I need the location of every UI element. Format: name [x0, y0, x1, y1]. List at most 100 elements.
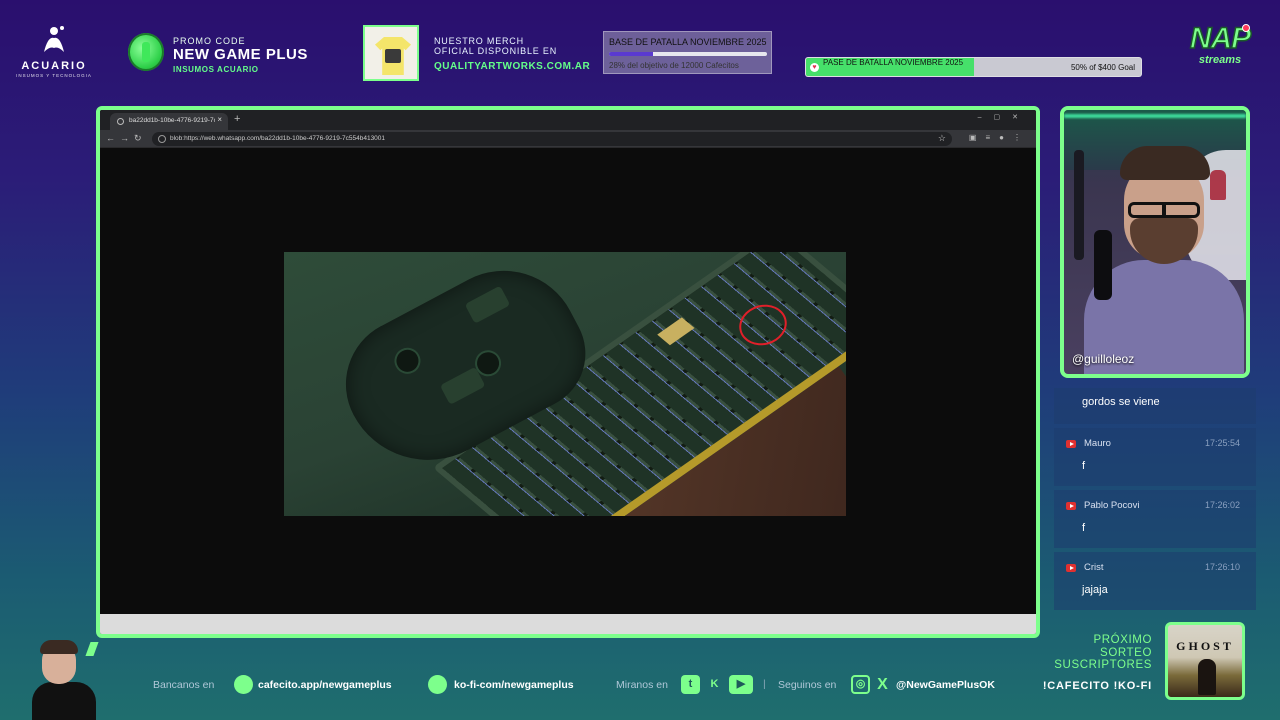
cam-hair: [1120, 146, 1210, 180]
chat-message: Pablo Pocovi 17:26:02 f: [1054, 490, 1256, 548]
coin-icon: [128, 33, 164, 71]
cam-glasses: [1128, 202, 1200, 218]
cam-beard: [1130, 218, 1198, 264]
chat-username: Pablo Pocovi: [1084, 500, 1140, 511]
youtube-icon: [1066, 502, 1076, 510]
browser-tab-title: ba22dd1b-10be-4776-9219-7c: [129, 117, 215, 124]
browser-viewport: [100, 148, 1036, 616]
cafecito-link[interactable]: cafecito.app/newgameplus: [258, 679, 392, 691]
cam-neon: [1064, 114, 1246, 118]
sponsor-logo: ACUARIO INSUMOS Y TECNOLOGIA: [14, 22, 94, 78]
battle-pass-goal-widget: BASE DE PATALLA NOVIEMBRE 2025 28% del o…: [603, 31, 772, 74]
giveaway-line2: SORTEO: [1100, 646, 1152, 659]
site-info-icon[interactable]: [158, 135, 166, 143]
tshirt-print: [385, 49, 401, 63]
address-bar[interactable]: blob:https://web.whatsapp.com/ba22dd1b-1…: [152, 132, 952, 146]
support-links-bar: Bancanos en cafecito.app/newgameplus ko-…: [150, 673, 1030, 695]
streamer-handle: @guilloleoz: [1072, 352, 1135, 366]
notification-dot-icon: [1242, 24, 1250, 32]
heart-icon: ♥: [810, 63, 819, 72]
youtube-icon[interactable]: ▶: [729, 675, 753, 694]
giveaway-line3: SUSCRIPTORES: [1054, 659, 1152, 671]
extensions-icon[interactable]: ▣: [969, 133, 986, 142]
chat-message: Crist 17:26:10 jajaja: [1054, 552, 1256, 610]
miranos-label: Miranos en: [616, 679, 668, 691]
window-controls: –▢✕: [978, 113, 1030, 121]
x-twitter-icon[interactable]: X: [873, 675, 892, 694]
kofi-link[interactable]: ko-fi-com/newgameplus: [454, 679, 574, 691]
chat-message: gordos se viene: [1054, 388, 1256, 424]
merch-line2: OFICIAL DISPONIBLE EN: [434, 46, 557, 56]
social-handle[interactable]: @NewGamePlusOK: [896, 679, 995, 691]
chat-message-text: f: [1082, 522, 1086, 534]
kick-icon[interactable]: K: [705, 675, 724, 694]
avatar-hair: [40, 640, 78, 654]
gaming-desk-photo: [284, 252, 846, 516]
promo-sponsor: INSUMOS ACUARIO: [173, 65, 259, 74]
chat-timestamp: 17:25:54: [1204, 438, 1240, 448]
menu-kebab-icon[interactable]: ⋮: [1013, 133, 1030, 142]
goal-title: PASE DE BATALLA NOVIEMBRE 2025: [823, 58, 964, 67]
reload-icon[interactable]: ↻: [134, 133, 142, 144]
taskbar-strip: [100, 614, 1036, 634]
maximize-button[interactable]: ▢: [994, 114, 1013, 121]
streamer-avatar: [28, 634, 100, 720]
browser-tab[interactable]: ba22dd1b-10be-4776-9219-7c ×: [110, 113, 228, 130]
sponsor-tagline: INSUMOS Y TECNOLOGIA: [16, 73, 92, 78]
merch-url: QUALITYARTWORKS.COM.AR: [434, 61, 591, 72]
new-tab-button[interactable]: +: [234, 113, 240, 125]
close-window-button[interactable]: ✕: [1012, 114, 1030, 121]
promo-code-banner: PROMO CODE NEW GAME PLUS INSUMOS ACUARIO: [128, 32, 338, 76]
profile-icon[interactable]: ●: [999, 133, 1013, 142]
seguinos-label: Seguinos en: [778, 679, 837, 691]
channel-logo: NAP streams: [1180, 21, 1260, 76]
kofi-cup-icon: [428, 675, 447, 694]
promo-code: NEW GAME PLUS: [173, 46, 308, 63]
bookmark-star-icon[interactable]: ☆: [938, 133, 946, 144]
giveaway-commands: !CAFECITO !KO-FI: [1042, 679, 1152, 692]
battle-pass-goal-bar: ♥ PASE DE BATALLA NOVIEMBRE 2025 50% of …: [805, 57, 1142, 77]
microphone-image: [1094, 230, 1112, 300]
screen-capture: ba22dd1b-10be-4776-9219-7c × + –▢✕ ← → ↻…: [96, 106, 1040, 638]
close-tab-icon[interactable]: ×: [217, 115, 222, 124]
bancanos-label: Bancanos en: [153, 679, 215, 691]
separator: |: [763, 678, 766, 690]
gamepad-stick-left: [389, 343, 426, 379]
browser-toolbar: ← → ↻ blob:https://web.whatsapp.com/ba22…: [100, 130, 1036, 148]
giveaway-announcement: PRÓXIMO SORTEO SUSCRIPTORES !CAFECITO !K…: [1030, 634, 1152, 692]
instagram-icon[interactable]: ◎: [851, 675, 870, 694]
back-arrow-icon[interactable]: ←: [106, 133, 115, 143]
minimize-button[interactable]: –: [978, 114, 994, 121]
chat-message: Mauro 17:25:54 f: [1054, 428, 1256, 486]
chat-timestamp: 17:26:02: [1204, 500, 1240, 510]
cam-guitar: [1074, 150, 1084, 260]
chat-username: Crist: [1084, 562, 1104, 573]
media-icon[interactable]: ≡: [985, 133, 999, 142]
chat-panel: gordos se viene Mauro 17:25:54 f Pablo P…: [1054, 388, 1256, 610]
gamepad-button: [464, 285, 511, 324]
goal-status: 50% of $400 Goal: [1070, 63, 1135, 72]
webcam-feed: @guilloleoz: [1060, 106, 1250, 378]
samurai-figure-image: [1198, 659, 1216, 695]
sponsor-brand: ACUARIO: [21, 60, 87, 72]
prize-title: GHOST: [1176, 639, 1234, 653]
forward-arrow-icon[interactable]: →: [120, 133, 129, 143]
giveaway-prize-cover: GHOST: [1165, 622, 1245, 700]
browser-tab-strip: ba22dd1b-10be-4776-9219-7c × + –▢✕: [100, 110, 1036, 130]
chat-timestamp: 17:26:10: [1204, 562, 1240, 572]
chat-message-text: gordos se viene: [1082, 396, 1160, 408]
twitch-icon[interactable]: t: [681, 675, 700, 694]
merch-announcement: NUESTRO MERCH OFICIAL DISPONIBLE EN QUAL…: [434, 36, 594, 72]
avatar-body: [32, 682, 96, 720]
globe-icon: [117, 118, 124, 125]
merch-thumbnail: [363, 25, 419, 81]
goal-status: 28% del objetivo de 12000 Cafecitos: [609, 61, 739, 70]
promo-label: PROMO CODE: [173, 36, 246, 46]
merch-line1: NUESTRO MERCH: [434, 36, 524, 46]
cafecito-icon: [234, 675, 253, 694]
goal-progress-fill: [609, 52, 654, 56]
address-bar-url: blob:https://web.whatsapp.com/ba22dd1b-1…: [170, 135, 386, 142]
chat-username: Mauro: [1084, 438, 1111, 449]
giveaway-line1: PRÓXIMO: [1093, 634, 1152, 646]
gamepad-button: [439, 366, 486, 405]
